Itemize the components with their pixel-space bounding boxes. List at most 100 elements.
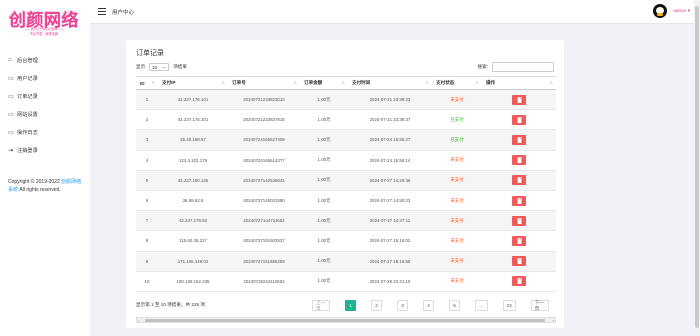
column-header[interactable]: 支付IP ⇅: [158, 76, 228, 90]
page-button[interactable]: …: [475, 300, 488, 311]
delete-button[interactable]: [512, 94, 526, 105]
avatar[interactable]: [653, 4, 668, 18]
scroll-right-icon[interactable]: ›: [553, 318, 554, 323]
cell-ip: 42.237.179.50: [158, 210, 228, 232]
sort-icon[interactable]: ⇅: [550, 80, 553, 85]
table-row: 5 42.237.180.135 20240727142536641 1.00元 202…: [136, 170, 556, 191]
sort-icon[interactable]: ⇅: [476, 80, 479, 85]
search-input[interactable]: [492, 62, 554, 72]
user-menu[interactable]: admin ▾: [653, 4, 690, 18]
cell-order: 20240727144711662: [228, 210, 300, 232]
delete-button[interactable]: [512, 256, 526, 267]
brand-logo[interactable]: 创颜网络 —— 我们·只为精心品牌 —— 专业开发 · 值得信赖: [8, 6, 80, 44]
cell-order: 20240728224110562: [228, 271, 300, 292]
trash-icon: [516, 177, 522, 184]
logo-tagline-line-2: 专业开发 · 值得信赖: [29, 31, 59, 36]
scroll-left-icon[interactable]: ‹: [138, 318, 139, 323]
cell-actions: [482, 210, 556, 232]
delete-button[interactable]: [512, 235, 526, 246]
sort-icon[interactable]: ⇅: [342, 80, 345, 85]
search-label: 搜索:: [477, 64, 488, 69]
cell-status: 未支付: [432, 150, 482, 171]
cell-status: 未支付: [432, 210, 482, 232]
delete-button[interactable]: [512, 175, 526, 186]
column-header[interactable]: 操作 ⇅: [482, 76, 556, 90]
sidebar-item-3[interactable]: ▭ 订单记录: [0, 87, 90, 105]
vertical-scrollbar[interactable]: [694, 0, 700, 336]
delete-button[interactable]: [512, 215, 526, 226]
sidebar-item-label: 后台管理: [17, 57, 38, 64]
cell-time: 2024-07-24 16:56:14: [348, 150, 432, 171]
column-header-label: 订单号: [232, 80, 246, 85]
horizontal-scrollbar[interactable]: ‹ ›: [136, 317, 556, 323]
delete-button[interactable]: [512, 195, 526, 206]
column-header[interactable]: 订单号 ⇅: [228, 76, 300, 90]
sidebar-item-2[interactable]: ▭ 用户记录: [0, 69, 90, 87]
cell-time: 2024-07-27 15:16:02: [348, 230, 432, 252]
cell-status: 已支付: [432, 109, 482, 131]
cell-ip: 123.4.102.179: [158, 150, 228, 171]
next-page-button[interactable]: 下一页: [530, 300, 549, 311]
user-name[interactable]: admin ▾: [673, 9, 690, 14]
cell-time: 2024-07-21 23:38:23: [348, 89, 432, 111]
cell-actions: [482, 150, 556, 171]
cell-order: 20240721233837815: [228, 109, 300, 131]
table-row: 1 42.237.176.101 20240721233823010 1.00元 202…: [136, 89, 556, 111]
sort-icon[interactable]: ⇅: [426, 80, 429, 85]
cell-order: 20240721233823010: [228, 89, 300, 111]
monitor-icon: ▭: [8, 129, 14, 136]
page-button[interactable]: 4: [423, 300, 434, 311]
vertical-scroll-thumb[interactable]: [695, 6, 699, 328]
cell-order: 20240727151655269: [228, 251, 300, 272]
column-header[interactable]: 订单金额 ⇅: [300, 76, 348, 90]
page-button[interactable]: 5: [449, 300, 460, 311]
home-icon: ⌂: [8, 57, 12, 63]
cell-status: 未支付: [432, 230, 482, 252]
column-header-label: 支付IP: [162, 80, 176, 85]
cell-id: 4: [136, 150, 158, 171]
page-button[interactable]: 1: [345, 300, 356, 311]
cell-amount: 1.00元: [300, 190, 348, 212]
length-prefix: 显示: [136, 64, 146, 69]
sort-icon[interactable]: ⇅: [222, 80, 225, 85]
cell-status: 未支付: [432, 271, 482, 292]
cell-amount: 1.00元: [300, 89, 348, 111]
cell-status: 未支付: [432, 170, 482, 191]
column-header-label: 支付时间: [352, 80, 371, 85]
trash-icon: [516, 136, 522, 143]
delete-button[interactable]: [512, 276, 526, 287]
sidebar-item-5[interactable]: ▭ 操作日志: [0, 123, 90, 141]
cell-id: 10: [136, 271, 158, 292]
delete-button[interactable]: [512, 114, 526, 125]
sidebar-item-1[interactable]: ⌂ 后台管理: [0, 51, 90, 69]
cell-amount: 1.00元: [300, 109, 348, 131]
sidebar-item-6[interactable]: ⇥ 注销登录: [0, 141, 90, 159]
page-button[interactable]: 2: [371, 300, 382, 311]
prev-page-button[interactable]: 上一页: [312, 300, 330, 311]
page-button[interactable]: 23: [502, 300, 516, 311]
table-row: 10 180.139.162.235 20240728224110562 1.00元 2…: [136, 271, 556, 292]
column-header[interactable]: ID ⇅: [136, 76, 158, 90]
horizontal-scroll-thumb[interactable]: [145, 319, 545, 322]
table-header-row: ID ⇅ 支付IP ⇅ 订单号 ⇅ 订单金额 ⇅ 支付时间 ⇅ 支付状态 ⇅ 操作 ⇅: [136, 76, 556, 90]
monitor-icon: ▭: [8, 111, 14, 118]
page-button[interactable]: 3: [397, 300, 408, 311]
chevron-down-icon: ⌄: [162, 64, 167, 69]
sort-icon[interactable]: ⇅: [152, 80, 155, 85]
column-header[interactable]: 支付状态 ⇅: [432, 76, 482, 90]
sort-icon[interactable]: ⇅: [294, 80, 297, 85]
column-header[interactable]: 支付时间 ⇅: [348, 76, 432, 90]
cell-time: 2024-07-28 22:41:10: [348, 271, 432, 292]
delete-button[interactable]: [512, 155, 526, 166]
cell-order: 20240727151602537: [228, 230, 300, 252]
column-header-label: 操作: [486, 80, 496, 85]
cell-actions: [482, 190, 556, 212]
table-row: 8 115.60.45.227 20240727151602537 1.00元 2024…: [136, 230, 556, 252]
cell-amount: 1.00元: [300, 170, 348, 191]
column-header-label: 支付状态: [436, 80, 455, 85]
trash-icon: [516, 237, 522, 244]
page-length-select[interactable]: 10 ⌄: [149, 63, 170, 71]
menu-toggle-icon[interactable]: [98, 8, 106, 15]
sidebar-item-4[interactable]: ▭ 网站设置: [0, 105, 90, 123]
delete-button[interactable]: [512, 134, 526, 145]
